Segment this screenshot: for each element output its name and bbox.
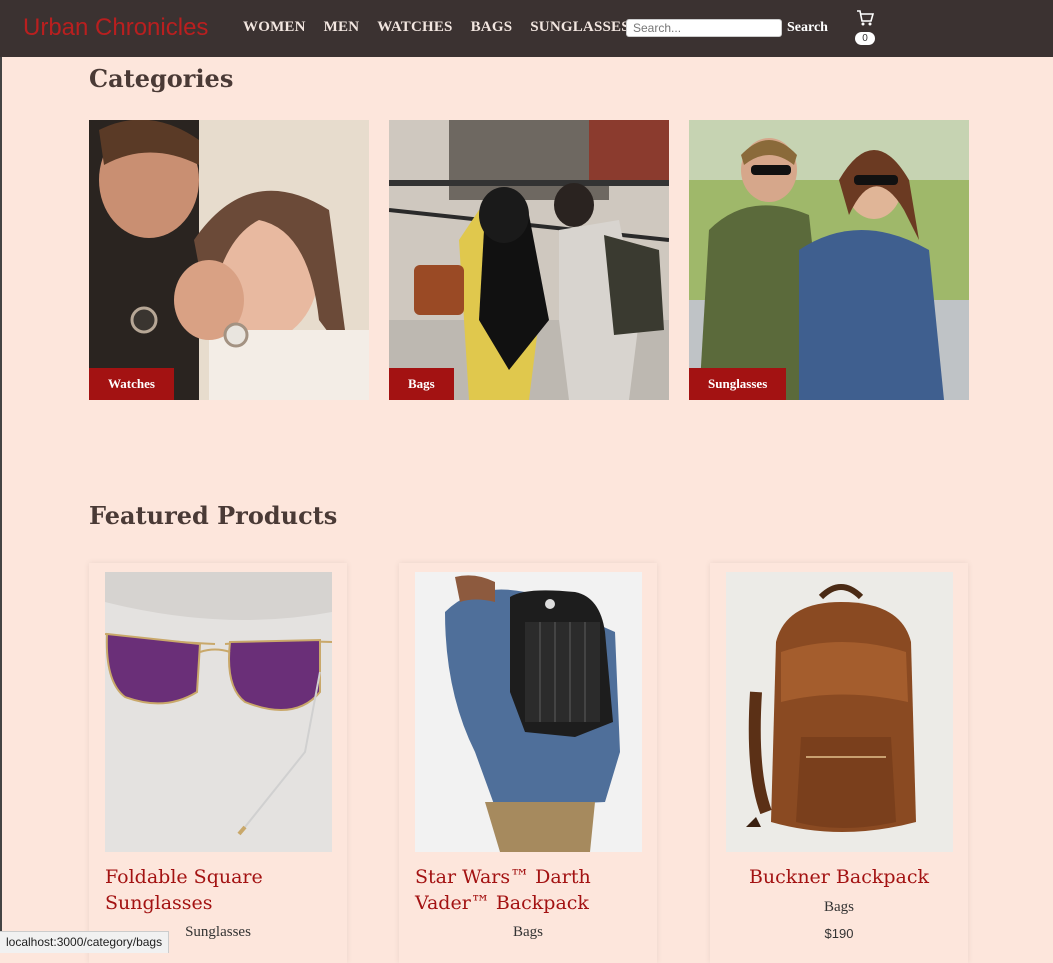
product-title[interactable]: Star Wars™ Darth Vader™ Backpack [415, 864, 645, 916]
leather-backpack-product-image [726, 572, 953, 852]
main-nav: WOMEN MEN WATCHES BAGS SUNGLASSES [243, 19, 648, 36]
status-bar-url: localhost:3000/category/bags [0, 931, 170, 953]
nav-men[interactable]: MEN [324, 19, 360, 36]
category-tile-watches[interactable]: Watches [89, 120, 369, 400]
product-image[interactable] [415, 572, 642, 852]
search-button[interactable]: Search [787, 20, 828, 36]
nav-bags[interactable]: BAGS [471, 19, 513, 36]
product-image[interactable] [105, 572, 332, 852]
product-title[interactable]: Foldable Square Sunglasses [105, 864, 335, 916]
watches-category-image [89, 120, 369, 400]
category-label-watches[interactable]: Watches [89, 368, 174, 400]
sunglasses-category-image [689, 120, 969, 400]
product-title[interactable]: Buckner Backpack [710, 864, 968, 890]
product-category: Bags [824, 899, 854, 915]
cart-button[interactable]: 0 [853, 10, 877, 46]
window-edge [0, 57, 2, 952]
brand-logo[interactable]: Urban Chronicles [23, 14, 208, 42]
product-card[interactable]: Star Wars™ Darth Vader™ Backpack Bags [399, 563, 657, 963]
category-tile-sunglasses[interactable]: Sunglasses [689, 120, 969, 400]
featured-products-heading: Featured Products [89, 501, 338, 530]
backpack-product-image [415, 572, 642, 852]
category-tile-bags[interactable]: Bags [389, 120, 669, 400]
product-price: $190 [824, 926, 854, 941]
category-label-sunglasses[interactable]: Sunglasses [689, 368, 787, 400]
category-label-bags[interactable]: Bags [389, 368, 454, 400]
nav-sunglasses[interactable]: SUNGLASSES [530, 19, 630, 36]
bags-category-image [389, 120, 669, 400]
product-card[interactable]: Buckner Backpack Bags $190 [710, 563, 968, 963]
top-navbar: Urban Chronicles WOMEN MEN WATCHES BAGS … [0, 0, 1053, 57]
cart-count-badge: 0 [855, 32, 875, 45]
product-category: Bags [513, 924, 543, 940]
sunglasses-product-image [105, 572, 332, 852]
product-card[interactable]: Foldable Square Sunglasses Sunglasses [89, 563, 347, 963]
categories-heading: Categories [89, 64, 234, 93]
search-input[interactable] [626, 19, 782, 37]
nav-women[interactable]: WOMEN [243, 19, 306, 36]
product-image[interactable] [726, 572, 953, 852]
nav-watches[interactable]: WATCHES [377, 19, 452, 36]
cart-icon [857, 10, 874, 26]
